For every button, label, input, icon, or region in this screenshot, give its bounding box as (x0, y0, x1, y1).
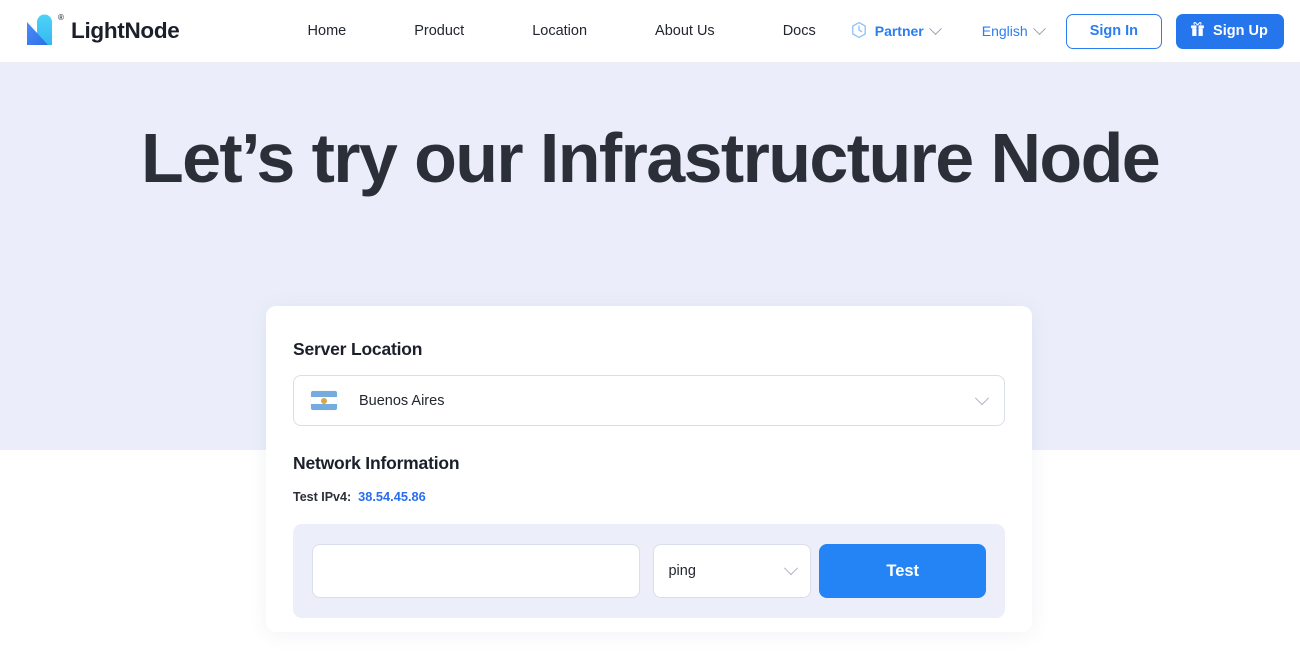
language-selector[interactable]: English (982, 23, 1044, 39)
run-test-button[interactable]: Test (819, 544, 986, 598)
sign-up-label: Sign Up (1213, 23, 1268, 39)
nav-link-product[interactable]: Product (380, 23, 498, 39)
test-ipv4-label: Test IPv4: (293, 490, 351, 504)
registered-trademark-symbol: ® (58, 14, 64, 22)
argentina-flag-icon (311, 391, 337, 410)
language-label: English (982, 23, 1028, 39)
test-target-input[interactable] (312, 544, 640, 598)
sign-in-button[interactable]: Sign In (1066, 14, 1162, 49)
sign-up-button[interactable]: Sign Up (1176, 14, 1284, 49)
nav-right-actions: Partner English Sign In Sign Up (850, 14, 1284, 49)
test-tool-select[interactable]: ping (653, 544, 811, 598)
brand-logo[interactable]: ® LightNode (22, 13, 180, 49)
server-location-value: Buenos Aires (359, 393, 444, 409)
partner-hexagon-icon (850, 21, 868, 42)
chevron-down-icon (1033, 22, 1046, 35)
speed-test-card: Server Location Buenos Aires Network Inf… (266, 306, 1032, 632)
primary-nav-links: Home Product Location About Us Docs (278, 23, 850, 39)
brand-name: LightNode (71, 18, 180, 44)
test-tool-value: ping (668, 563, 695, 579)
chevron-down-icon (975, 391, 989, 405)
server-location-heading: Server Location (293, 339, 1005, 360)
top-navigation-bar: ® LightNode Home Product Location About … (0, 0, 1300, 63)
test-ipv4-row: Test IPv4: 38.54.45.86 (293, 489, 1005, 504)
nav-link-about-us[interactable]: About Us (621, 23, 749, 39)
chevron-down-icon (929, 22, 942, 35)
network-information-heading: Network Information (293, 453, 1005, 474)
partner-menu[interactable]: Partner (850, 21, 950, 42)
nav-link-location[interactable]: Location (498, 23, 621, 39)
nav-link-home[interactable]: Home (278, 23, 381, 39)
nav-link-docs[interactable]: Docs (749, 23, 850, 39)
lightnode-logo-icon: ® (22, 13, 62, 49)
chevron-down-icon (784, 561, 798, 575)
server-location-select[interactable]: Buenos Aires (293, 375, 1005, 426)
partner-label: Partner (875, 23, 924, 39)
test-ipv4-value[interactable]: 38.54.45.86 (358, 489, 426, 504)
gift-icon (1189, 21, 1206, 42)
test-form-panel: ping Test (293, 524, 1005, 618)
page-title: Let’s try our Infrastructure Node (0, 63, 1300, 193)
